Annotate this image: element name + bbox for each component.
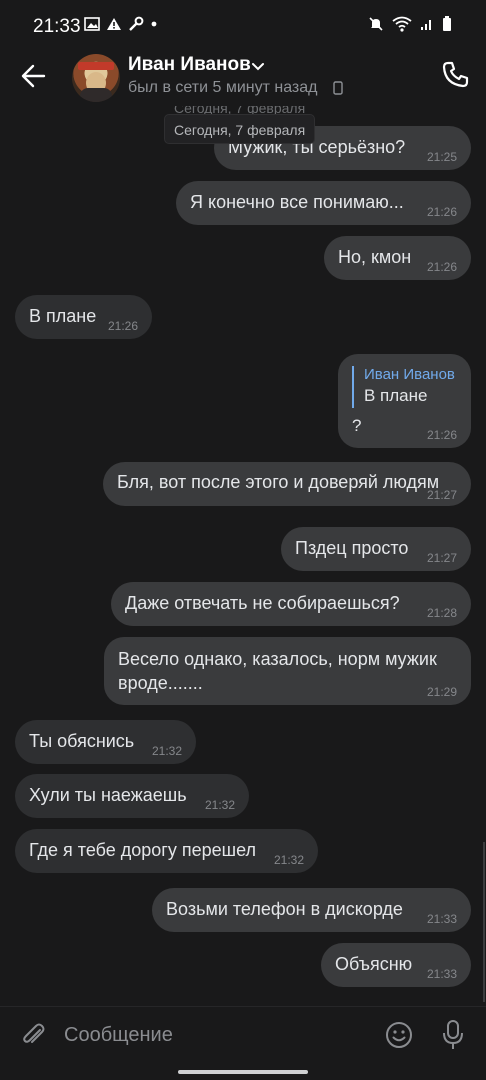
message-text: Весело однако, казалось, норм мужик врод… bbox=[118, 649, 437, 693]
message-time: 21:32 bbox=[273, 853, 304, 867]
battery-icon bbox=[443, 16, 451, 31]
message-text: Объясню bbox=[335, 954, 413, 974]
message-bubble-outgoing[interactable]: Даже отвечать не собираешься? 21:28 bbox=[111, 582, 471, 626]
message-text: Пздец просто bbox=[295, 538, 409, 558]
chevron-down-icon[interactable] bbox=[250, 58, 266, 74]
message-bubble-outgoing[interactable]: Весело однако, казалось, норм мужик врод… bbox=[104, 637, 471, 705]
message-bubble-outgoing[interactable]: Пздец просто 21:27 bbox=[281, 527, 471, 571]
message-time: 21:27 bbox=[426, 488, 457, 502]
message-time: 21:33 bbox=[426, 912, 457, 926]
scrollbar[interactable] bbox=[483, 842, 485, 1002]
composer-bar bbox=[0, 1006, 486, 1066]
message-time: 21:29 bbox=[426, 685, 457, 699]
message-bubble-outgoing[interactable]: Возьми телефон в дискорде 21:33 bbox=[152, 888, 471, 932]
phone-icon[interactable] bbox=[440, 60, 470, 90]
chat-header: Иван Иванов был в сети 5 минут назад bbox=[0, 50, 486, 106]
reply-author: Иван Иванов bbox=[364, 366, 455, 383]
message-bubble-reply[interactable]: Иван Иванов В плане ? 21:26 bbox=[338, 354, 471, 448]
message-text: Даже отвечать не собираешься? bbox=[125, 593, 400, 613]
status-left-icons bbox=[84, 16, 158, 32]
message-time: 21:32 bbox=[204, 798, 235, 812]
message-bubble-incoming[interactable]: Ты обяснись 21:32 bbox=[15, 720, 196, 764]
status-right-icons bbox=[368, 16, 452, 32]
message-text: Возьми телефон в дискорде bbox=[166, 899, 403, 919]
smile-icon[interactable] bbox=[384, 1020, 414, 1050]
wrench-icon bbox=[129, 16, 144, 31]
warning-icon bbox=[107, 18, 121, 30]
mobile-device-icon bbox=[333, 81, 343, 95]
message-time: 21:27 bbox=[426, 551, 457, 565]
message-bubble-outgoing[interactable]: Я конечно все понимаю... 21:26 bbox=[176, 181, 471, 225]
date-separator: Сегодня, 7 февраля bbox=[164, 114, 316, 144]
gallery-icon bbox=[84, 17, 100, 31]
arrow-left-icon[interactable] bbox=[20, 62, 48, 90]
contact-name[interactable]: Иван Иванов bbox=[128, 54, 251, 76]
message-bubble-incoming[interactable]: В плане 21:26 bbox=[15, 295, 152, 339]
contact-status: был в сети 5 минут назад bbox=[128, 79, 318, 96]
message-time: 21:26 bbox=[426, 260, 457, 274]
reply-quoted-text: В плане bbox=[364, 386, 428, 405]
message-text: Хули ты наежаешь bbox=[29, 785, 187, 805]
message-bubble-incoming[interactable]: Где я тебе дорогу перешел 21:32 bbox=[15, 829, 318, 873]
message-time: 21:26 bbox=[426, 428, 457, 442]
message-time: 21:33 bbox=[426, 967, 457, 981]
message-time: 21:28 bbox=[426, 606, 457, 620]
message-time: 21:26 bbox=[107, 319, 138, 333]
message-bubble-incoming[interactable]: Хули ты наежаешь 21:32 bbox=[15, 774, 249, 818]
message-text: Я конечно все понимаю... bbox=[190, 192, 404, 212]
message-text: Где я тебе дорогу перешел bbox=[29, 840, 257, 860]
status-time: 21:33 bbox=[33, 16, 81, 37]
message-text: Бля, вот после этого и доверяй людям bbox=[117, 472, 440, 492]
wifi-icon bbox=[392, 16, 412, 32]
message-time: 21:26 bbox=[426, 205, 457, 219]
message-time: 21:25 bbox=[426, 150, 457, 164]
message-bubble-outgoing[interactable]: Объясню 21:33 bbox=[321, 943, 471, 987]
mute-icon bbox=[369, 17, 383, 31]
message-text: Ты обяснись bbox=[29, 731, 135, 751]
message-text: Но, кмон bbox=[338, 247, 412, 267]
avatar[interactable] bbox=[72, 54, 120, 102]
home-indicator[interactable] bbox=[178, 1070, 308, 1074]
signal-icon bbox=[421, 20, 431, 30]
message-text: ? bbox=[352, 416, 362, 435]
reply-quote-bar bbox=[352, 366, 354, 408]
dot-icon bbox=[151, 21, 157, 27]
microphone-icon[interactable] bbox=[440, 1019, 466, 1051]
message-text: В плане bbox=[29, 306, 97, 326]
message-input[interactable] bbox=[64, 1019, 364, 1051]
message-time: 21:32 bbox=[151, 744, 182, 758]
message-list[interactable]: Сегодня, 7 февраля Сегодня, 7 февраля Му… bbox=[0, 106, 486, 1006]
message-bubble-outgoing[interactable]: Бля, вот после этого и доверяй людям 21:… bbox=[103, 462, 471, 506]
message-bubble-outgoing[interactable]: Но, кмон 21:26 bbox=[324, 236, 471, 280]
paperclip-icon[interactable] bbox=[20, 1021, 48, 1049]
status-bar: 21:33 bbox=[0, 0, 486, 50]
